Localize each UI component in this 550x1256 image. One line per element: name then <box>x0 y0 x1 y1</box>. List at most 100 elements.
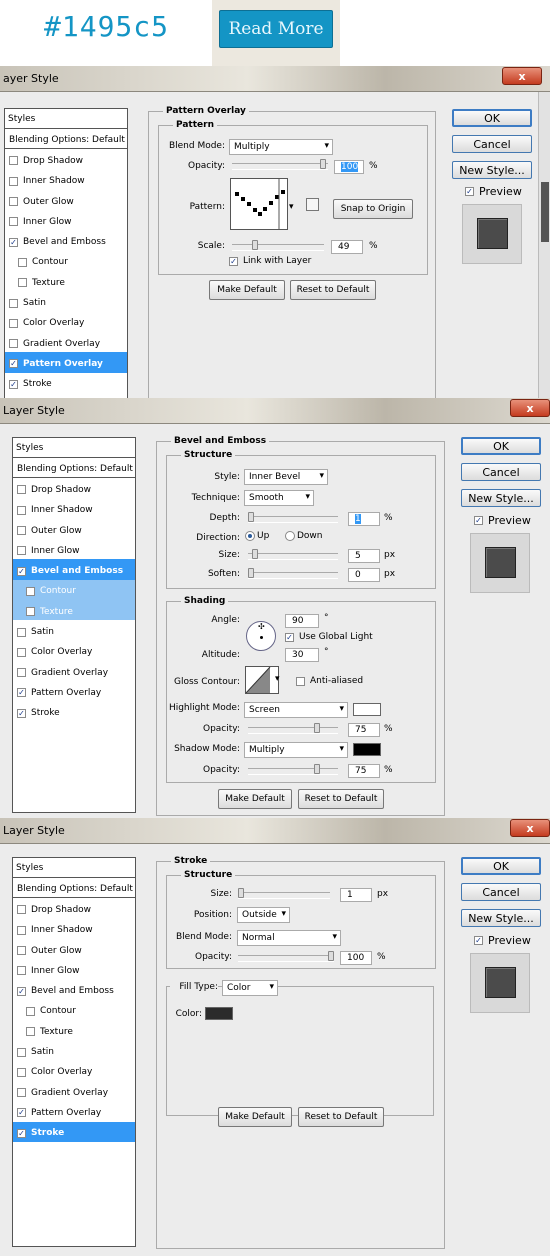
checkbox-box[interactable] <box>229 256 238 266</box>
styles-header[interactable]: Styles <box>13 858 135 878</box>
fill-type-select[interactable]: Color <box>222 980 278 996</box>
size-input[interactable]: 5 <box>348 549 380 563</box>
anti-aliased-checkbox[interactable]: Anti-aliased <box>296 676 363 686</box>
checkbox-bevel-and-emboss[interactable] <box>17 986 26 996</box>
make-default-button[interactable]: Make Default <box>209 280 285 300</box>
checkbox-contour[interactable] <box>26 586 35 596</box>
styles-item-outer-glow[interactable]: Outer Glow <box>13 939 135 959</box>
slider-thumb[interactable] <box>248 512 254 522</box>
checkbox-box[interactable] <box>296 676 305 686</box>
checkbox-pattern-overlay[interactable] <box>17 1108 26 1118</box>
checkbox-drop-shadow[interactable] <box>9 156 18 166</box>
styles-item-gradient-overlay[interactable]: Gradient Overlay <box>5 332 127 352</box>
checkbox-contour[interactable] <box>26 1006 35 1016</box>
styles-item-contour[interactable]: Contour <box>5 251 127 271</box>
scrollbar[interactable] <box>538 92 550 398</box>
cancel-button[interactable]: Cancel <box>461 883 541 901</box>
styles-item-texture[interactable]: Texture <box>13 1020 135 1040</box>
scale-slider[interactable] <box>232 240 324 251</box>
soften-slider[interactable] <box>248 568 338 579</box>
close-button[interactable]: x <box>502 67 542 85</box>
preview-checkbox[interactable]: Preview <box>474 934 531 947</box>
styles-item-gradient-overlay[interactable]: Gradient Overlay <box>13 661 135 681</box>
scale-input[interactable]: 49 <box>331 240 363 254</box>
blend-mode-select[interactable]: Multiply <box>229 139 333 155</box>
highlight-opacity-input[interactable]: 75 <box>348 723 380 737</box>
slider-thumb[interactable] <box>320 159 326 169</box>
styles-item-blending-options[interactable]: Blending Options: Default <box>5 129 127 150</box>
styles-item-contour[interactable]: Contour <box>13 1000 135 1020</box>
checkbox-box[interactable] <box>474 936 483 945</box>
checkbox-outer-glow[interactable] <box>9 197 18 207</box>
shadow-opacity-input[interactable]: 75 <box>348 764 380 778</box>
checkbox-inner-shadow[interactable] <box>9 176 18 186</box>
styles-item-drop-shadow[interactable]: Drop Shadow <box>5 149 127 169</box>
reset-to-default-button[interactable]: Reset to Default <box>290 280 376 300</box>
slider-thumb[interactable] <box>248 568 254 578</box>
opacity-input[interactable]: 100 <box>340 951 372 965</box>
styles-item-inner-glow[interactable]: Inner Glow <box>13 539 135 559</box>
checkbox-box[interactable] <box>465 187 474 196</box>
soften-input[interactable]: 0 <box>348 568 380 582</box>
close-button[interactable]: x <box>510 819 550 837</box>
checkbox-contour[interactable] <box>18 257 27 267</box>
pattern-dropdown-icon[interactable]: ▾ <box>289 202 294 212</box>
shadow-mode-select[interactable]: Multiply <box>244 742 348 758</box>
checkbox-inner-glow[interactable] <box>17 546 26 556</box>
styles-item-stroke[interactable]: Stroke <box>13 1121 135 1142</box>
highlight-mode-select[interactable]: Screen <box>244 702 348 718</box>
styles-item-inner-shadow[interactable]: Inner Shadow <box>5 170 127 190</box>
styles-item-bevel-and-emboss[interactable]: Bevel and Emboss <box>13 559 135 580</box>
stroke-color-swatch[interactable] <box>205 1007 233 1020</box>
styles-item-drop-shadow[interactable]: Drop Shadow <box>13 898 135 918</box>
slider-thumb[interactable] <box>328 951 334 961</box>
snap-to-origin-button[interactable]: Snap to Origin <box>333 199 413 219</box>
checkbox-texture[interactable] <box>26 1027 35 1037</box>
styles-item-inner-shadow[interactable]: Inner Shadow <box>13 919 135 939</box>
styles-item-color-overlay[interactable]: Color Overlay <box>5 312 127 332</box>
styles-item-inner-glow[interactable]: Inner Glow <box>5 210 127 230</box>
direction-up-radio[interactable]: Up <box>245 531 269 541</box>
link-with-layer-checkbox[interactable]: Link with Layer <box>229 256 311 266</box>
checkbox-gradient-overlay[interactable] <box>9 339 18 349</box>
checkbox-inner-shadow[interactable] <box>17 505 26 515</box>
slider-thumb[interactable] <box>252 240 258 250</box>
styles-item-satin[interactable]: Satin <box>13 1040 135 1060</box>
checkbox-gradient-overlay[interactable] <box>17 668 26 678</box>
checkbox-outer-glow[interactable] <box>17 946 26 956</box>
checkbox-pattern-overlay[interactable] <box>17 688 26 698</box>
opacity-input[interactable]: 100 <box>334 160 364 174</box>
ok-button[interactable]: OK <box>461 857 541 875</box>
styles-item-stroke[interactable]: Stroke <box>13 702 135 722</box>
cancel-button[interactable]: Cancel <box>461 463 541 481</box>
checkbox-drop-shadow[interactable] <box>17 905 26 915</box>
highlight-color-swatch[interactable] <box>353 703 381 716</box>
cancel-button[interactable]: Cancel <box>452 135 532 153</box>
depth-slider[interactable] <box>248 512 338 523</box>
checkbox-texture[interactable] <box>26 607 35 617</box>
opacity-slider[interactable] <box>238 951 334 962</box>
styles-item-texture[interactable]: Texture <box>5 271 127 291</box>
styles-item-inner-shadow[interactable]: Inner Shadow <box>13 499 135 519</box>
highlight-opacity-slider[interactable] <box>248 723 338 734</box>
checkbox-texture[interactable] <box>18 278 27 288</box>
styles-item-gradient-overlay[interactable]: Gradient Overlay <box>13 1081 135 1101</box>
use-global-light-checkbox[interactable]: Use Global Light <box>285 632 373 642</box>
styles-header[interactable]: Styles <box>5 109 127 129</box>
size-slider[interactable] <box>238 888 330 899</box>
styles-item-outer-glow[interactable]: Outer Glow <box>13 519 135 539</box>
shadow-color-swatch[interactable] <box>353 743 381 756</box>
checkbox-color-overlay[interactable] <box>17 647 26 657</box>
pattern-swatch[interactable] <box>230 178 288 230</box>
create-preset-icon[interactable] <box>306 198 319 211</box>
gloss-contour-swatch[interactable] <box>245 666 279 694</box>
styles-item-pattern-overlay[interactable]: Pattern Overlay <box>13 1101 135 1121</box>
angle-input[interactable]: 90 <box>285 614 319 628</box>
checkbox-inner-glow[interactable] <box>17 966 26 976</box>
preview-checkbox[interactable]: Preview <box>465 185 522 198</box>
styles-item-blending-options[interactable]: Blending Options: Default <box>13 878 135 899</box>
reset-to-default-button[interactable]: Reset to Default <box>298 1107 384 1127</box>
checkbox-box[interactable] <box>285 632 294 642</box>
radio-button[interactable] <box>285 531 295 541</box>
styles-item-contour[interactable]: Contour <box>13 579 135 601</box>
